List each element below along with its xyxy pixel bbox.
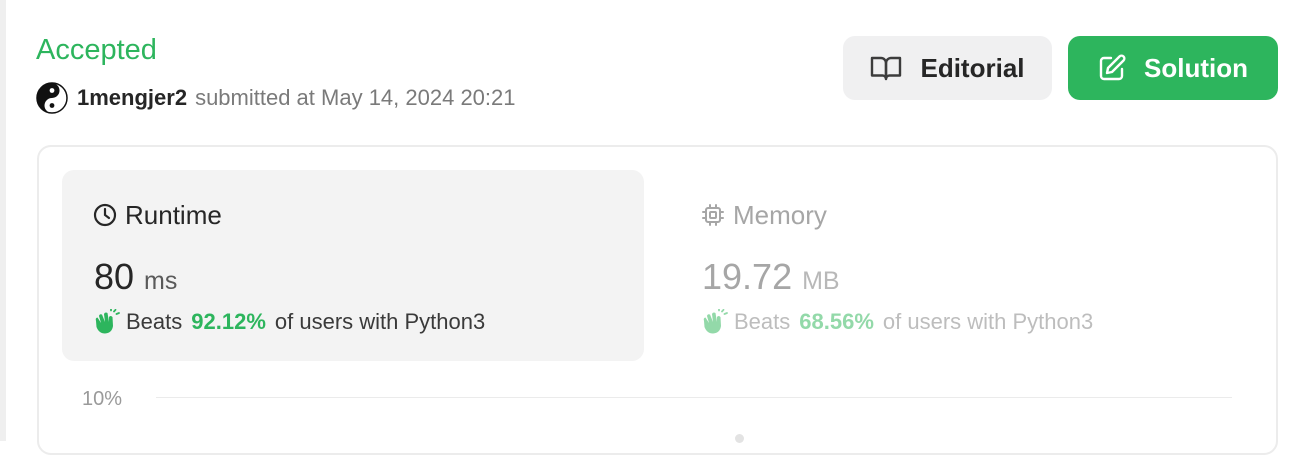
pencil-square-icon — [1099, 54, 1126, 81]
solution-button-label: Solution — [1144, 52, 1248, 83]
memory-beats-prefix: Beats — [734, 309, 791, 334]
runtime-value: 80 — [94, 256, 135, 297]
submitted-timestamp: submitted at May 14, 2024 20:21 — [195, 85, 516, 110]
memory-beats: Beats 68.56% of users with Python3 — [700, 309, 1093, 335]
left-panel-border — [0, 0, 6, 441]
memory-unit: MB — [802, 267, 840, 295]
memory-label: Memory — [733, 199, 827, 230]
memory-value: 19.72 — [702, 256, 793, 297]
runtime-beats-percent: 92.12% — [191, 309, 266, 334]
memory-header: Memory — [701, 198, 827, 232]
runtime-panel[interactable]: Runtime 80 ms Beats 92.12% of users with… — [62, 170, 644, 361]
clock-icon — [93, 203, 117, 227]
memory-beats-percent: 68.56% — [799, 309, 874, 334]
book-open-icon — [871, 56, 902, 81]
runtime-header: Runtime — [93, 198, 222, 232]
avatar-icon[interactable] — [36, 82, 68, 114]
submission-status: Accepted — [36, 34, 157, 66]
memory-value-row: 19.72 MB — [702, 256, 840, 298]
memory-panel[interactable]: Memory 19.72 MB Beats 68.56% of users wi… — [670, 170, 1252, 361]
memory-beats-suffix: of users with Python3 — [882, 309, 1094, 334]
runtime-beats: Beats 92.12% of users with Python3 — [92, 309, 485, 335]
editorial-button-label: Editorial — [920, 52, 1025, 83]
clap-hands-icon — [703, 309, 728, 334]
cpu-chip-icon — [702, 204, 724, 226]
submitter-info: 1mengjer2 submitted at May 14, 2024 20:2… — [36, 82, 516, 114]
clap-hands-icon — [95, 309, 120, 334]
runtime-unit: ms — [144, 267, 178, 295]
runtime-beats-prefix: Beats — [126, 309, 183, 334]
chart-y-tick-label: 10% — [82, 388, 123, 410]
runtime-value-row: 80 ms — [94, 256, 177, 298]
editorial-button[interactable]: Editorial — [843, 36, 1052, 100]
username-link[interactable]: 1mengjer2 — [77, 85, 187, 111]
runtime-beats-suffix: of users with Python3 — [274, 309, 486, 334]
solution-button[interactable]: Solution — [1068, 36, 1278, 100]
chart-gridline — [156, 397, 1232, 398]
runtime-label: Runtime — [125, 199, 222, 230]
chart-data-point — [735, 434, 744, 443]
